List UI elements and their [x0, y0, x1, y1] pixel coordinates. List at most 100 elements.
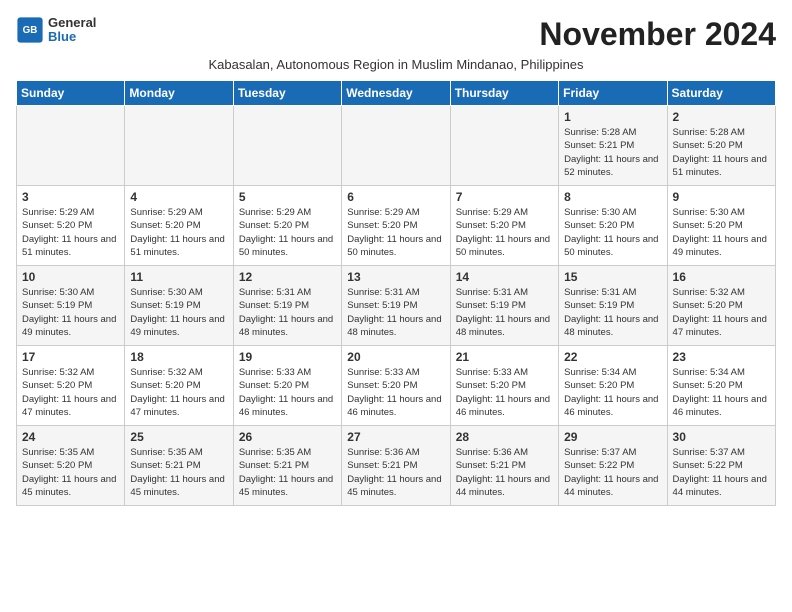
day-number: 27: [347, 430, 444, 444]
week-row-5: 24 Sunrise: 5:35 AM Sunset: 5:20 PM Dayli…: [17, 426, 776, 506]
day-info: Sunrise: 5:29 AM Sunset: 5:20 PM Dayligh…: [130, 206, 227, 259]
day-info: Sunrise: 5:29 AM Sunset: 5:20 PM Dayligh…: [347, 206, 444, 259]
day-info: Sunrise: 5:30 AM Sunset: 5:20 PM Dayligh…: [564, 206, 661, 259]
day-info: Sunrise: 5:37 AM Sunset: 5:22 PM Dayligh…: [673, 446, 770, 499]
day-cell: 19 Sunrise: 5:33 AM Sunset: 5:20 PM Dayli…: [233, 346, 341, 426]
day-cell: 22Sunrise: 5:34 AM Sunset: 5:20 PM Dayli…: [559, 346, 667, 426]
svg-text:GB: GB: [23, 25, 38, 36]
week-row-1: 1 Sunrise: 5:28 AM Sunset: 5:21 PM Daylig…: [17, 106, 776, 186]
day-info: Sunrise: 5:29 AM Sunset: 5:20 PM Dayligh…: [22, 206, 119, 259]
day-info: Sunrise: 5:33 AM Sunset: 5:20 PM Dayligh…: [456, 366, 553, 419]
day-number: 15: [564, 270, 661, 284]
day-info: Sunrise: 5:31 AM Sunset: 5:19 PM Dayligh…: [347, 286, 444, 339]
day-cell: 13Sunrise: 5:31 AM Sunset: 5:19 PM Dayli…: [342, 266, 450, 346]
day-cell: [342, 106, 450, 186]
week-row-3: 10Sunrise: 5:30 AM Sunset: 5:19 PM Dayli…: [17, 266, 776, 346]
day-info: Sunrise: 5:35 AM Sunset: 5:21 PM Dayligh…: [239, 446, 336, 499]
day-number: 8: [564, 190, 661, 204]
day-info: Sunrise: 5:28 AM Sunset: 5:20 PM Dayligh…: [673, 126, 770, 179]
day-cell: 10Sunrise: 5:30 AM Sunset: 5:19 PM Dayli…: [17, 266, 125, 346]
day-number: 29: [564, 430, 661, 444]
day-info: Sunrise: 5:32 AM Sunset: 5:20 PM Dayligh…: [22, 366, 119, 419]
day-number: 19: [239, 350, 336, 364]
day-cell: [125, 106, 233, 186]
day-info: Sunrise: 5:30 AM Sunset: 5:20 PM Dayligh…: [673, 206, 770, 259]
day-cell: 15 Sunrise: 5:31 AM Sunset: 5:19 PM Dayli…: [559, 266, 667, 346]
day-cell: 1 Sunrise: 5:28 AM Sunset: 5:21 PM Daylig…: [559, 106, 667, 186]
day-cell: 5 Sunrise: 5:29 AM Sunset: 5:20 PM Daylig…: [233, 186, 341, 266]
day-cell: 20Sunrise: 5:33 AM Sunset: 5:20 PM Dayli…: [342, 346, 450, 426]
day-number: 21: [456, 350, 553, 364]
day-number: 6: [347, 190, 444, 204]
calendar-table: SundayMondayTuesdayWednesdayThursdayFrid…: [16, 80, 776, 506]
day-cell: [233, 106, 341, 186]
day-cell: 26 Sunrise: 5:35 AM Sunset: 5:21 PM Dayli…: [233, 426, 341, 506]
month-title: November 2024: [539, 16, 776, 53]
week-row-4: 17 Sunrise: 5:32 AM Sunset: 5:20 PM Dayli…: [17, 346, 776, 426]
header-saturday: Saturday: [667, 81, 775, 106]
day-info: Sunrise: 5:32 AM Sunset: 5:20 PM Dayligh…: [673, 286, 770, 339]
day-cell: 17 Sunrise: 5:32 AM Sunset: 5:20 PM Dayli…: [17, 346, 125, 426]
day-cell: 7Sunrise: 5:29 AM Sunset: 5:20 PM Daylig…: [450, 186, 558, 266]
day-cell: 8 Sunrise: 5:30 AM Sunset: 5:20 PM Daylig…: [559, 186, 667, 266]
logo-blue: Blue: [48, 30, 96, 44]
day-cell: [17, 106, 125, 186]
day-number: 24: [22, 430, 119, 444]
day-cell: 14 Sunrise: 5:31 AM Sunset: 5:19 PM Dayli…: [450, 266, 558, 346]
logo: GB General Blue: [16, 16, 96, 45]
day-cell: 12Sunrise: 5:31 AM Sunset: 5:19 PM Dayli…: [233, 266, 341, 346]
header-wednesday: Wednesday: [342, 81, 450, 106]
day-number: 25: [130, 430, 227, 444]
day-cell: 11 Sunrise: 5:30 AM Sunset: 5:19 PM Dayli…: [125, 266, 233, 346]
day-cell: 3 Sunrise: 5:29 AM Sunset: 5:20 PM Daylig…: [17, 186, 125, 266]
header-monday: Monday: [125, 81, 233, 106]
day-cell: 24 Sunrise: 5:35 AM Sunset: 5:20 PM Dayli…: [17, 426, 125, 506]
day-cell: 25 Sunrise: 5:35 AM Sunset: 5:21 PM Dayli…: [125, 426, 233, 506]
day-info: Sunrise: 5:34 AM Sunset: 5:20 PM Dayligh…: [564, 366, 661, 419]
header-friday: Friday: [559, 81, 667, 106]
day-info: Sunrise: 5:28 AM Sunset: 5:21 PM Dayligh…: [564, 126, 661, 179]
day-number: 17: [22, 350, 119, 364]
header-thursday: Thursday: [450, 81, 558, 106]
calendar-header-row: SundayMondayTuesdayWednesdayThursdayFrid…: [17, 81, 776, 106]
day-info: Sunrise: 5:36 AM Sunset: 5:21 PM Dayligh…: [456, 446, 553, 499]
day-info: Sunrise: 5:32 AM Sunset: 5:20 PM Dayligh…: [130, 366, 227, 419]
day-number: 30: [673, 430, 770, 444]
day-number: 28: [456, 430, 553, 444]
day-info: Sunrise: 5:35 AM Sunset: 5:21 PM Dayligh…: [130, 446, 227, 499]
day-number: 2: [673, 110, 770, 124]
day-number: 16: [673, 270, 770, 284]
header-tuesday: Tuesday: [233, 81, 341, 106]
day-info: Sunrise: 5:30 AM Sunset: 5:19 PM Dayligh…: [22, 286, 119, 339]
day-number: 9: [673, 190, 770, 204]
logo-icon: GB: [16, 16, 44, 44]
day-cell: 21 Sunrise: 5:33 AM Sunset: 5:20 PM Dayli…: [450, 346, 558, 426]
day-info: Sunrise: 5:31 AM Sunset: 5:19 PM Dayligh…: [564, 286, 661, 339]
day-info: Sunrise: 5:30 AM Sunset: 5:19 PM Dayligh…: [130, 286, 227, 339]
day-number: 4: [130, 190, 227, 204]
page-header: GB General Blue November 2024: [16, 16, 776, 53]
day-info: Sunrise: 5:31 AM Sunset: 5:19 PM Dayligh…: [239, 286, 336, 339]
day-info: Sunrise: 5:36 AM Sunset: 5:21 PM Dayligh…: [347, 446, 444, 499]
day-info: Sunrise: 5:35 AM Sunset: 5:20 PM Dayligh…: [22, 446, 119, 499]
day-number: 11: [130, 270, 227, 284]
week-row-2: 3 Sunrise: 5:29 AM Sunset: 5:20 PM Daylig…: [17, 186, 776, 266]
day-number: 3: [22, 190, 119, 204]
day-cell: 28 Sunrise: 5:36 AM Sunset: 5:21 PM Dayli…: [450, 426, 558, 506]
day-number: 26: [239, 430, 336, 444]
day-number: 14: [456, 270, 553, 284]
day-number: 5: [239, 190, 336, 204]
day-cell: 27 Sunrise: 5:36 AM Sunset: 5:21 PM Dayli…: [342, 426, 450, 506]
day-info: Sunrise: 5:33 AM Sunset: 5:20 PM Dayligh…: [239, 366, 336, 419]
day-info: Sunrise: 5:34 AM Sunset: 5:20 PM Dayligh…: [673, 366, 770, 419]
day-cell: 29Sunrise: 5:37 AM Sunset: 5:22 PM Dayli…: [559, 426, 667, 506]
subtitle: Kabasalan, Autonomous Region in Muslim M…: [16, 57, 776, 72]
day-info: Sunrise: 5:33 AM Sunset: 5:20 PM Dayligh…: [347, 366, 444, 419]
day-cell: 2 Sunrise: 5:28 AM Sunset: 5:20 PM Daylig…: [667, 106, 775, 186]
day-number: 23: [673, 350, 770, 364]
day-cell: 4 Sunrise: 5:29 AM Sunset: 5:20 PM Daylig…: [125, 186, 233, 266]
day-cell: 23 Sunrise: 5:34 AM Sunset: 5:20 PM Dayli…: [667, 346, 775, 426]
day-info: Sunrise: 5:31 AM Sunset: 5:19 PM Dayligh…: [456, 286, 553, 339]
day-number: 1: [564, 110, 661, 124]
day-info: Sunrise: 5:29 AM Sunset: 5:20 PM Dayligh…: [239, 206, 336, 259]
